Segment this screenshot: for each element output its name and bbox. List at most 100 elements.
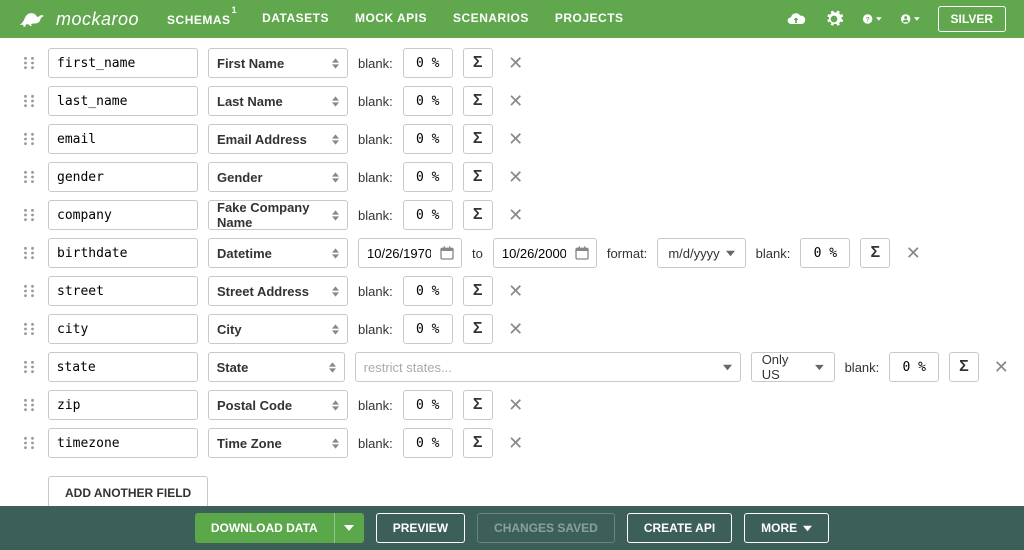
field-name-input[interactable] xyxy=(48,428,198,458)
formula-button[interactable]: Σ xyxy=(463,390,493,420)
blank-label: blank: xyxy=(358,398,393,413)
formula-button[interactable]: Σ xyxy=(463,86,493,116)
plan-button[interactable]: SILVER xyxy=(938,6,1006,32)
blank-input[interactable] xyxy=(800,238,850,268)
formula-button[interactable]: Σ xyxy=(463,124,493,154)
preview-button[interactable]: PREVIEW xyxy=(376,513,465,543)
field-type-select[interactable]: Postal Code xyxy=(208,390,348,420)
top-navbar: mockaroo SCHEMAS1 DATASETS MOCK APIS SCE… xyxy=(0,0,1024,38)
formula-button[interactable]: Σ xyxy=(463,200,493,230)
blank-input[interactable] xyxy=(403,124,453,154)
field-name-input[interactable] xyxy=(48,86,198,116)
blank-input[interactable] xyxy=(403,390,453,420)
download-split-button: DOWNLOAD DATA xyxy=(195,513,364,543)
restrict-states-select[interactable]: restrict states... xyxy=(355,352,741,382)
formula-button[interactable]: Σ xyxy=(463,48,493,78)
drag-handle-icon[interactable] xyxy=(20,320,38,338)
field-type-select[interactable]: City xyxy=(208,314,348,344)
date-from-input[interactable] xyxy=(358,238,462,268)
field-name-input[interactable] xyxy=(48,48,198,78)
drag-handle-icon[interactable] xyxy=(20,54,38,72)
nav-schemas[interactable]: SCHEMAS1 xyxy=(167,11,236,27)
add-another-field-button[interactable]: ADD ANOTHER FIELD xyxy=(48,476,208,506)
to-label: to xyxy=(472,246,483,261)
gear-icon[interactable] xyxy=(824,9,844,29)
field-type-select[interactable]: Email Address xyxy=(208,124,348,154)
field-name-input[interactable] xyxy=(48,390,198,420)
formula-button[interactable]: Σ xyxy=(463,428,493,458)
blank-input[interactable] xyxy=(403,48,453,78)
blank-input[interactable] xyxy=(403,162,453,192)
formula-button[interactable]: Σ xyxy=(860,238,890,268)
date-format-select[interactable]: m/d/yyyy xyxy=(657,238,745,268)
field-row: Last Nameblank: Σ ✕ xyxy=(20,86,1014,116)
field-type-select[interactable]: Last Name xyxy=(208,86,348,116)
delete-row-button[interactable]: ✕ xyxy=(989,354,1014,380)
field-type-select[interactable]: Fake Company Name xyxy=(208,200,348,230)
date-to-input[interactable] xyxy=(493,238,597,268)
formula-button[interactable]: Σ xyxy=(949,352,978,382)
blank-input[interactable] xyxy=(403,428,453,458)
nav-datasets[interactable]: DATASETS xyxy=(262,11,329,27)
formula-button[interactable]: Σ xyxy=(463,314,493,344)
field-type-select[interactable]: State xyxy=(208,352,345,382)
download-data-button[interactable]: DOWNLOAD DATA xyxy=(195,513,334,543)
field-type-select[interactable]: First Name xyxy=(208,48,348,78)
delete-row-button[interactable]: ✕ xyxy=(503,164,529,190)
cloud-upload-icon[interactable] xyxy=(786,9,806,29)
field-name-input[interactable] xyxy=(48,352,198,382)
create-api-button[interactable]: CREATE API xyxy=(627,513,732,543)
formula-button[interactable]: Σ xyxy=(463,162,493,192)
drag-handle-icon[interactable] xyxy=(20,92,38,110)
delete-row-button[interactable]: ✕ xyxy=(503,202,529,228)
download-caret-button[interactable] xyxy=(334,513,364,543)
field-row: Cityblank: Σ ✕ xyxy=(20,314,1014,344)
nav-scenarios[interactable]: SCENARIOS xyxy=(453,11,529,27)
field-type-select[interactable]: Gender xyxy=(208,162,348,192)
blank-input[interactable] xyxy=(403,314,453,344)
blank-label: blank: xyxy=(358,132,393,147)
delete-row-button[interactable]: ✕ xyxy=(503,316,529,342)
drag-handle-icon[interactable] xyxy=(20,168,38,186)
field-name-input[interactable] xyxy=(48,200,198,230)
drag-handle-icon[interactable] xyxy=(20,434,38,452)
field-name-input[interactable] xyxy=(48,162,198,192)
field-type-select[interactable]: Datetime xyxy=(208,238,348,268)
field-type-select[interactable]: Street Address xyxy=(208,276,348,306)
nav-projects[interactable]: PROJECTS xyxy=(555,11,624,27)
field-type-select[interactable]: Time Zone xyxy=(208,428,348,458)
delete-row-button[interactable]: ✕ xyxy=(503,50,529,76)
nav-items: SCHEMAS1 DATASETS MOCK APIS SCENARIOS PR… xyxy=(167,11,624,27)
blank-input[interactable] xyxy=(403,276,453,306)
drag-handle-icon[interactable] xyxy=(20,130,38,148)
blank-input[interactable] xyxy=(403,200,453,230)
delete-row-button[interactable]: ✕ xyxy=(900,240,926,266)
brand-name: mockaroo xyxy=(56,9,139,30)
field-row: Time Zoneblank: Σ ✕ xyxy=(20,428,1014,458)
delete-row-button[interactable]: ✕ xyxy=(503,430,529,456)
nav-mockapis[interactable]: MOCK APIS xyxy=(355,11,427,27)
blank-input[interactable] xyxy=(403,86,453,116)
field-name-input[interactable] xyxy=(48,276,198,306)
field-name-input[interactable] xyxy=(48,124,198,154)
only-us-select[interactable]: Only US xyxy=(751,352,835,382)
delete-row-button[interactable]: ✕ xyxy=(503,392,529,418)
more-button[interactable]: MORE xyxy=(744,513,829,543)
account-icon[interactable] xyxy=(900,9,920,29)
field-name-input[interactable] xyxy=(48,238,198,268)
delete-row-button[interactable]: ✕ xyxy=(503,126,529,152)
delete-row-button[interactable]: ✕ xyxy=(503,278,529,304)
field-name-input[interactable] xyxy=(48,314,198,344)
delete-row-button[interactable]: ✕ xyxy=(503,88,529,114)
blank-label: blank: xyxy=(756,246,791,261)
formula-button[interactable]: Σ xyxy=(463,276,493,306)
field-row: Staterestrict states...Only USblank: Σ ✕ xyxy=(20,352,1014,382)
help-icon[interactable]: ? xyxy=(862,9,882,29)
drag-handle-icon[interactable] xyxy=(20,282,38,300)
drag-handle-icon[interactable] xyxy=(20,358,38,376)
drag-handle-icon[interactable] xyxy=(20,206,38,224)
drag-handle-icon[interactable] xyxy=(20,244,38,262)
format-label: format: xyxy=(607,246,647,261)
drag-handle-icon[interactable] xyxy=(20,396,38,414)
blank-input[interactable] xyxy=(889,352,939,382)
